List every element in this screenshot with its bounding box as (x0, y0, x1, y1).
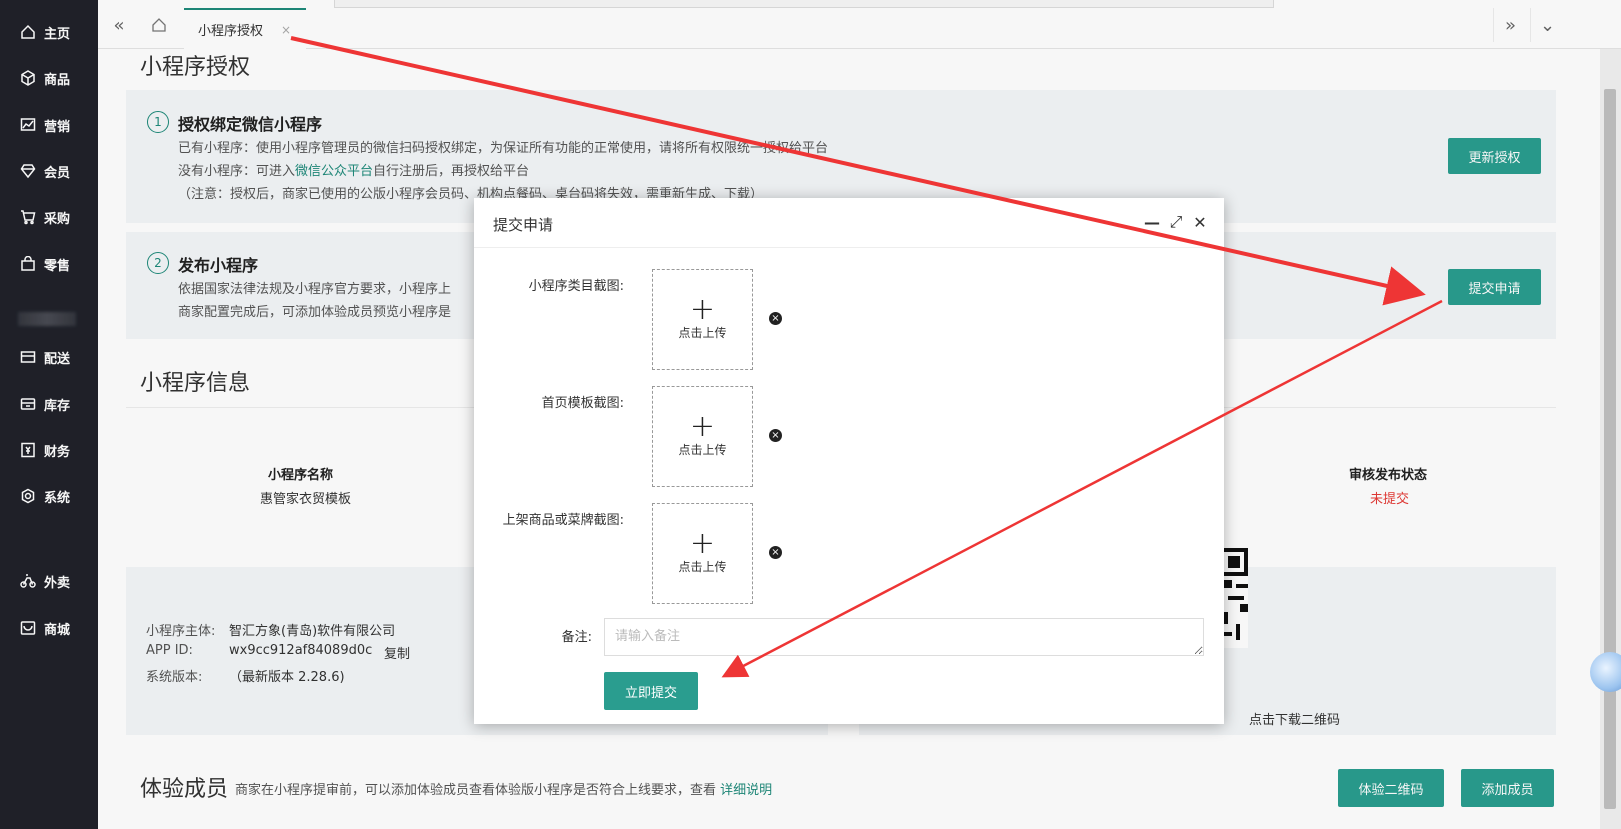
maximize-icon[interactable]: ⤢ (1166, 212, 1186, 232)
close-icon[interactable]: ✕ (1190, 212, 1210, 232)
remove-icon[interactable]: × (769, 312, 782, 325)
remove-icon[interactable]: × (769, 429, 782, 442)
modal-title: 提交申请 (493, 216, 554, 234)
plus-icon: + (689, 526, 716, 561)
product-screenshot-upload[interactable]: + 点击上传 (652, 503, 753, 604)
upload-text: 点击上传 (678, 326, 727, 340)
upload-text: 点击上传 (678, 560, 727, 574)
upload-text: 点击上传 (678, 443, 727, 457)
minimize-icon[interactable]: — (1142, 212, 1162, 232)
homepage-screenshot-upload[interactable]: + 点击上传 (652, 386, 753, 487)
remove-icon[interactable]: × (769, 546, 782, 559)
remark-input[interactable] (604, 618, 1204, 656)
product-screenshot-label: 上架商品或菜牌截图: (502, 513, 624, 528)
remark-label: 备注: (561, 630, 592, 645)
category-screenshot-upload[interactable]: + 点击上传 (652, 269, 753, 370)
homepage-screenshot-label: 首页模板截图: (541, 396, 624, 411)
category-screenshot-label: 小程序类目截图: (528, 279, 624, 294)
submit-application-modal: 提交申请 — ⤢ ✕ 小程序类目截图: + 点击上传 × 首页模板截图: + 点… (474, 198, 1224, 724)
submit-now-button[interactable]: 立即提交 (604, 672, 698, 710)
modal-header: 提交申请 — ⤢ ✕ (474, 198, 1224, 248)
plus-icon: + (689, 292, 716, 327)
plus-icon: + (689, 409, 716, 444)
